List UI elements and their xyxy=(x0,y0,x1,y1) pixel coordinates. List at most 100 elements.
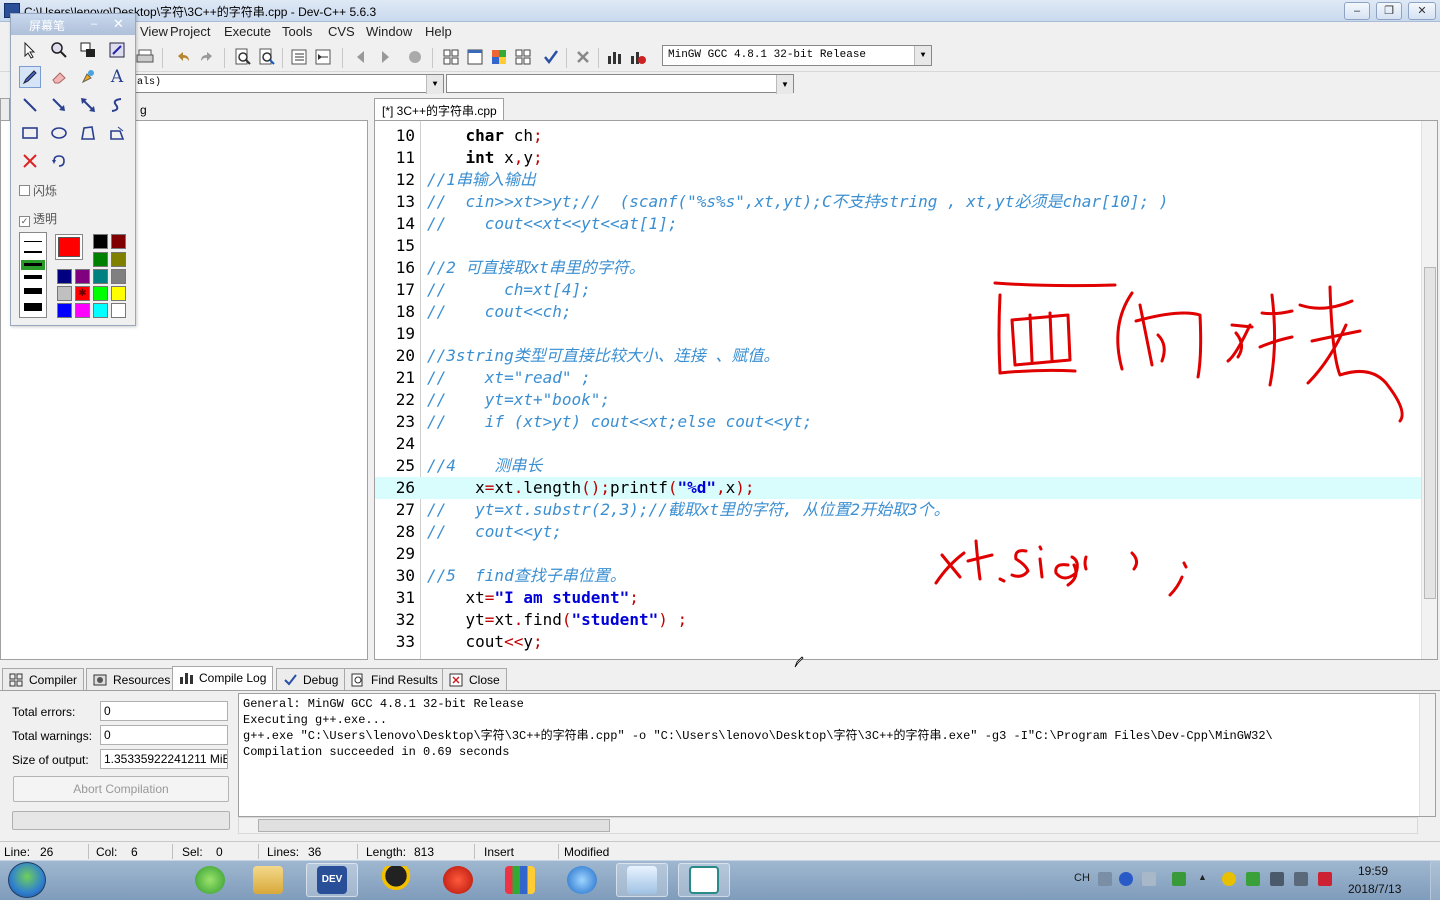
network-icon[interactable] xyxy=(1294,872,1308,886)
tab-close[interactable]: Close xyxy=(442,668,507,690)
color-gray-swatch[interactable] xyxy=(111,269,126,284)
color-red-swatch[interactable]: ✱ xyxy=(75,286,90,301)
start-button[interactable] xyxy=(8,862,46,898)
log-vertical-scrollbar[interactable] xyxy=(1419,694,1435,816)
color-magenta-swatch[interactable] xyxy=(75,303,90,318)
print-icon[interactable] xyxy=(134,46,156,68)
project-tab-edge[interactable] xyxy=(0,98,10,120)
tab-compiler[interactable]: Compiler xyxy=(2,668,85,690)
help-icon[interactable] xyxy=(1119,872,1133,886)
current-color-well[interactable] xyxy=(55,234,83,260)
tray-expand-icon[interactable]: ▲ xyxy=(1198,872,1208,886)
compiler-select[interactable]: MinGW GCC 4.8.1 32-bit Release ▼ xyxy=(662,45,932,66)
color-teal-swatch[interactable] xyxy=(93,269,108,284)
line-tool-icon[interactable] xyxy=(19,94,41,116)
code-line[interactable]: 11 int x,y; xyxy=(375,147,1421,169)
action-center-icon[interactable] xyxy=(1318,872,1332,886)
profile-icon[interactable] xyxy=(604,46,626,68)
taskbar-screen-pen-icon[interactable] xyxy=(678,863,730,897)
window-layout-icon[interactable] xyxy=(464,46,486,68)
close-window-button[interactable]: ✕ xyxy=(1408,2,1436,20)
color-black-swatch[interactable] xyxy=(93,234,108,249)
rectangle-tool-icon[interactable] xyxy=(19,122,41,144)
tile-icon[interactable] xyxy=(512,46,534,68)
undo-ink-icon[interactable] xyxy=(48,150,70,172)
pen-palette-minimize-button[interactable]: – xyxy=(91,18,103,30)
menu-execute[interactable]: Execute xyxy=(224,24,271,39)
menu-project[interactable]: Project xyxy=(170,24,210,39)
color-maroon-swatch[interactable] xyxy=(111,234,126,249)
color-yellow-swatch[interactable] xyxy=(111,286,126,301)
tab-source-file[interactable]: [*] 3C++的字符串.cpp xyxy=(374,98,504,120)
color-silver-swatch[interactable] xyxy=(57,286,72,301)
color-olive-swatch[interactable] xyxy=(111,252,126,267)
compile-log-output[interactable]: General: MinGW GCC 4.8.1 32-bit Release … xyxy=(238,693,1436,817)
select-cursor-icon[interactable] xyxy=(19,39,41,61)
class-combo[interactable]: als) ▼ xyxy=(132,74,444,94)
abort-compilation-button[interactable]: Abort Compilation xyxy=(13,776,229,802)
syntax-check-icon[interactable] xyxy=(540,46,562,68)
clock-date[interactable]: 2018/7/13 xyxy=(1348,882,1401,896)
taskbar-devcpp-icon[interactable]: DEV xyxy=(306,863,358,897)
color-cyan-swatch[interactable] xyxy=(93,303,108,318)
log-scroll-thumb[interactable] xyxy=(258,819,610,832)
colors-icon[interactable] xyxy=(488,46,510,68)
clock-time[interactable]: 19:59 xyxy=(1358,864,1388,878)
maximize-button[interactable]: ❐ xyxy=(1376,2,1402,20)
stop-execution-icon[interactable] xyxy=(572,46,594,68)
taskbar-office-icon[interactable] xyxy=(494,863,546,897)
tab-debug[interactable]: Debug xyxy=(276,668,346,690)
settings-icon[interactable] xyxy=(1142,872,1156,886)
replace-icon[interactable] xyxy=(256,46,278,68)
unindent-icon[interactable] xyxy=(312,46,334,68)
tab-debug-fragment[interactable]: g xyxy=(140,100,180,120)
pen-tool-icon[interactable] xyxy=(19,66,41,88)
transparent-checkbox[interactable]: ✓ 透明 xyxy=(19,210,57,227)
code-line[interactable]: 33 cout<<y; xyxy=(375,631,1421,653)
tab-resources[interactable]: Resources xyxy=(86,668,178,690)
code-line[interactable]: 12 //1串输入输出 xyxy=(375,169,1421,191)
code-line[interactable]: 10 char ch; xyxy=(375,125,1421,147)
tray-language-indicator[interactable]: CH xyxy=(1074,872,1090,884)
zoom-icon[interactable] xyxy=(48,39,70,61)
taskbar-notepad-icon[interactable] xyxy=(616,863,668,897)
undo-icon[interactable] xyxy=(172,46,194,68)
tray-app-icon[interactable] xyxy=(1222,872,1236,886)
minimize-button[interactable]: – xyxy=(1344,2,1370,20)
curve-tool-icon[interactable] xyxy=(106,94,128,116)
clear-ink-icon[interactable] xyxy=(19,150,41,172)
color-green-swatch[interactable] xyxy=(93,252,108,267)
color-blue-swatch[interactable] xyxy=(57,303,72,318)
menu-window[interactable]: Window xyxy=(366,24,412,39)
taskbar-explorer-icon[interactable] xyxy=(242,863,294,897)
color-purple-swatch[interactable] xyxy=(75,269,90,284)
polygon-tool-icon[interactable] xyxy=(77,122,99,144)
security-shield-icon[interactable] xyxy=(1246,872,1260,886)
ellipse-tool-icon[interactable] xyxy=(48,122,70,144)
menu-tools[interactable]: Tools xyxy=(282,24,312,39)
color-navy-swatch[interactable] xyxy=(57,269,72,284)
color-white-swatch[interactable] xyxy=(111,303,126,318)
fill-tool-icon[interactable] xyxy=(106,122,128,144)
battery-icon[interactable] xyxy=(1172,872,1186,886)
eraser-icon[interactable] xyxy=(48,66,70,88)
arrow-tool-icon[interactable] xyxy=(48,94,70,116)
bookmark-forward-icon[interactable] xyxy=(374,46,396,68)
screen-icon[interactable] xyxy=(77,39,99,61)
toggle-bookmark-icon[interactable] xyxy=(404,46,426,68)
member-combo[interactable]: ▼ xyxy=(446,74,794,94)
delete-profile-icon[interactable] xyxy=(627,46,649,68)
pen-palette-close-button[interactable]: ✕ xyxy=(113,17,127,31)
keyboard-icon[interactable] xyxy=(1098,872,1112,886)
menu-cvs[interactable]: CVS xyxy=(328,24,355,39)
stroke-width-list[interactable] xyxy=(19,232,47,318)
code-line[interactable]: 14 // cout<<xt<<yt<<at[1]; xyxy=(375,213,1421,235)
menu-view[interactable]: View xyxy=(140,24,168,39)
taskbar-qq-icon[interactable] xyxy=(370,863,422,897)
taskbar-flash-icon[interactable] xyxy=(432,863,484,897)
show-desktop-button[interactable] xyxy=(1430,861,1440,900)
flash-checkbox[interactable]: 闪烁 xyxy=(19,182,57,199)
redo-icon[interactable] xyxy=(196,46,218,68)
code-line[interactable]: 13 // cin>>xt>>yt;// (scanf("%s%s",xt,yt)… xyxy=(375,191,1421,213)
capture-icon[interactable] xyxy=(106,39,128,61)
